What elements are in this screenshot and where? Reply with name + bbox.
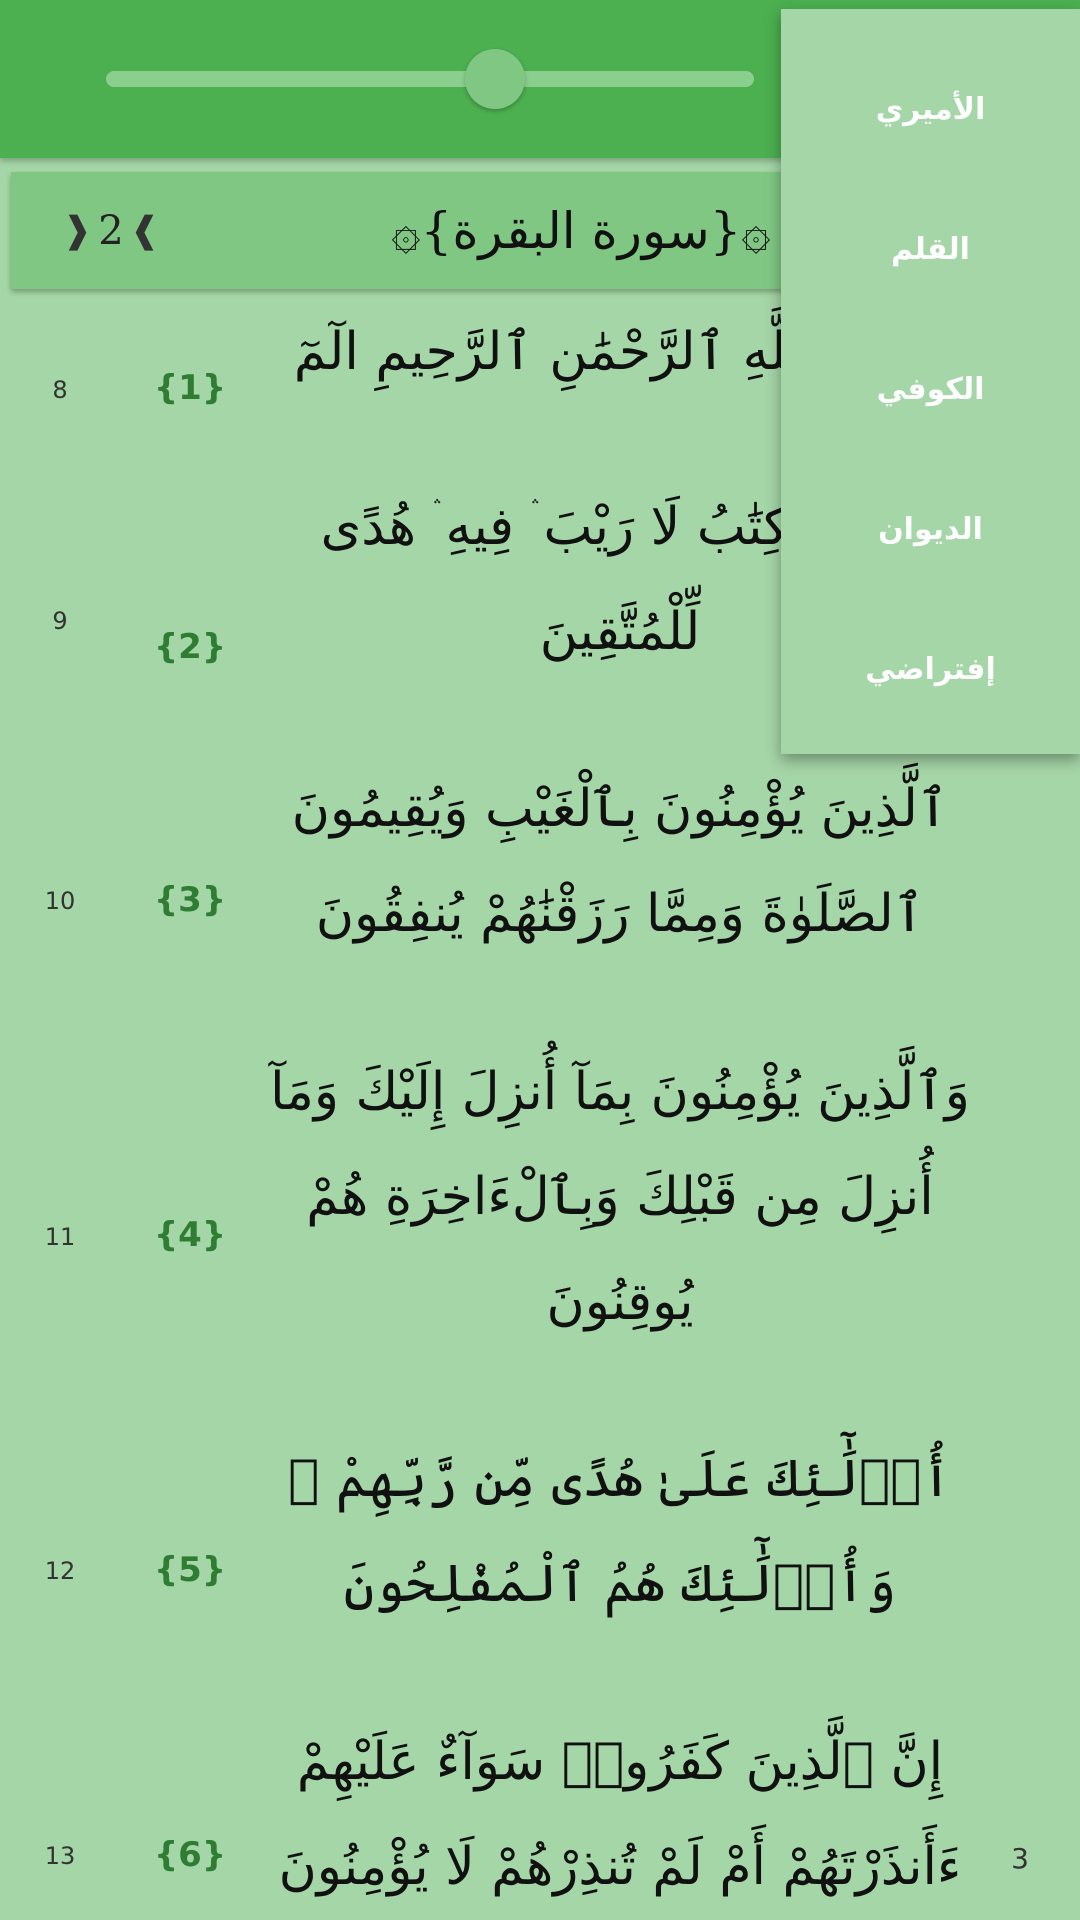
juz-number: 2 <box>98 207 124 254</box>
line-number: 12 <box>44 1557 76 1585</box>
line-number: 8 <box>52 376 68 404</box>
verse-text: ٱلَّذِينَ يُؤْمِنُونَ بِٱلْغَيْبِ وَيُقِ… <box>291 779 949 944</box>
verse-number-marker: {5} <box>153 1550 227 1590</box>
verse-number-marker: {4} <box>153 1215 227 1255</box>
font-size-slider[interactable] <box>106 71 754 87</box>
verse-text: وَٱلَّذِينَ يُؤْمِنُونَ بِمَآ أُنزِلَ إِ… <box>270 1062 970 1332</box>
verse-item[interactable]: وَٱلَّذِينَ يُؤْمِنُونَ بِمَآ أُنزِلَ إِ… <box>0 1040 1080 1355</box>
verse-item[interactable]: ٱلَّذِينَ يُؤْمِنُونَ بِٱلْغَيْبِ وَيُقِ… <box>0 757 1080 967</box>
slider-thumb[interactable] <box>464 49 525 109</box>
menu-item-qalam[interactable]: القلم <box>781 179 1080 319</box>
surah-title: ۞{سورة البقرة}۞ <box>391 201 771 260</box>
verse-number-marker: {1} <box>153 368 227 408</box>
verse-number-marker: {3} <box>153 880 227 920</box>
line-number: 10 <box>44 887 76 915</box>
verse-text: إِنَّ ٱلَّذِينَ كَفَرُوا۟ سَوَآءٌ عَلَيْ… <box>278 1732 962 1897</box>
ornament-left-icon: ❰ <box>129 210 160 251</box>
verse-item[interactable]: إِنَّ ٱلَّذِينَ كَفَرُوا۟ سَوَآءٌ عَلَيْ… <box>0 1710 1080 1920</box>
page-number: 3 <box>1011 1842 1029 1875</box>
menu-item-kufi[interactable]: الكوفي <box>781 319 1080 459</box>
line-number: 9 <box>52 607 68 635</box>
juz-badge: ❱ 2 ❰ <box>61 172 161 289</box>
verse-number-marker: {2} <box>153 627 227 667</box>
verse-item[interactable]: أُو۟لَٰٓئِكَ عَلَىٰ هُدًى مِّن رَّبِّهِم… <box>0 1427 1080 1637</box>
menu-item-diwan[interactable]: الديوان <box>781 459 1080 599</box>
menu-item-amiri[interactable]: الأميري <box>781 39 1080 179</box>
line-number: 11 <box>44 1223 76 1251</box>
verse-number-marker: {6} <box>153 1835 227 1875</box>
menu-item-default[interactable]: إفتراضي <box>781 599 1080 739</box>
verse-text: أُو۟لَٰٓئِكَ عَلَىٰ هُدًى مِّن رَّبِّهِم… <box>288 1449 952 1614</box>
line-number: 13 <box>44 1842 76 1870</box>
font-menu: الأميري القلم الكوفي الديوان إفتراضي <box>781 9 1080 754</box>
ornament-right-icon: ❱ <box>62 210 93 251</box>
